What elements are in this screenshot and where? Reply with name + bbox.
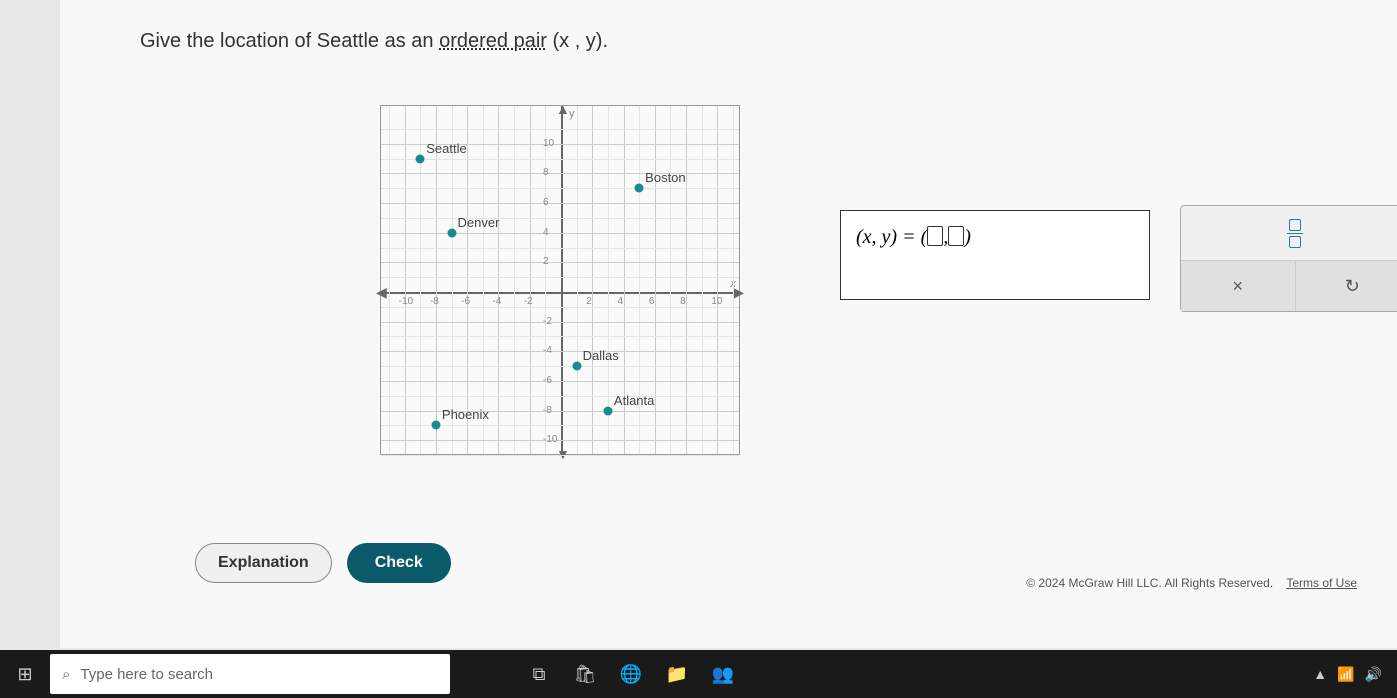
copyright-footer: © 2024 McGraw Hill LLC. All Rights Reser… [1026,576,1357,590]
y-tick-label: 6 [543,197,549,208]
y-tick-label: -10 [543,434,557,445]
answer-prefix: (x, y) = ( [856,226,927,249]
answer-suffix: ) [964,226,971,249]
copyright-text: © 2024 McGraw Hill LLC. All Rights Reser… [1026,576,1273,590]
coordinate-grid: y x ▲ ▼ ◀ ▶ -10-8-6-4-2246810-10-8-6-4-2… [380,105,740,455]
taskbar-search[interactable]: ⌕ Type here to search [50,654,450,694]
edge-icon[interactable]: 🌐 [612,655,650,693]
y-tick-label: -4 [543,345,552,356]
x-tick-label: 2 [586,296,592,307]
tool-panel: × ↻ [1180,205,1397,312]
city-point-phoenix [431,421,440,430]
city-label-atlanta: Atlanta [614,393,654,408]
x-tick-label: -10 [399,296,413,307]
x-tick-label: 8 [680,296,686,307]
y-tick-label: 8 [543,167,549,178]
tray-icon[interactable]: ▲ [1313,666,1327,683]
x-value-input[interactable] [927,226,943,246]
arrow-left-icon: ◀ [376,284,387,301]
city-label-denver: Denver [458,215,500,230]
question-suffix: (x , y). [547,30,608,52]
arrow-down-icon: ▼ [556,446,570,462]
check-button[interactable]: Check [347,543,451,583]
y-tick-label: 4 [543,227,549,238]
fraction-icon [1287,219,1303,248]
reset-button[interactable]: ↻ [1296,261,1397,311]
wifi-icon[interactable]: 📶 [1337,666,1354,683]
y-value-input[interactable] [948,226,964,246]
search-placeholder: Type here to search [80,666,213,683]
action-buttons: Explanation Check [195,543,451,583]
system-tray: ▲ 📶 🔊 [1313,666,1397,683]
y-tick-label: -2 [543,316,552,327]
x-tick-label: 4 [618,296,624,307]
sound-icon[interactable]: 🔊 [1365,666,1382,683]
terms-link[interactable]: Terms of Use [1286,576,1357,590]
x-tick-label: -8 [430,296,439,307]
task-view-button[interactable]: ⧉ [520,655,558,693]
question-text: Give the location of Seattle as an order… [140,30,1357,53]
x-tick-label: -2 [524,296,533,307]
teams-icon[interactable]: 👥 [704,655,742,693]
arrow-up-icon: ▲ [556,101,570,117]
city-point-seattle [416,154,425,163]
x-icon: × [1232,276,1243,297]
ordered-pair-link[interactable]: ordered pair [439,30,547,52]
y-tick-label: 10 [543,138,554,149]
explorer-icon[interactable]: 📁 [658,655,696,693]
y-tick-label: 2 [543,256,549,267]
city-point-denver [447,228,456,237]
x-tick-label: 10 [711,296,722,307]
answer-input-box[interactable]: (x, y) = ( , ) [840,210,1150,300]
x-tick-label: -4 [492,296,501,307]
y-tick-label: -8 [543,405,552,416]
city-label-boston: Boston [645,170,685,185]
city-label-dallas: Dallas [583,348,619,363]
city-label-seattle: Seattle [426,141,466,156]
city-point-boston [635,184,644,193]
fraction-tool-button[interactable] [1181,206,1397,261]
arrow-right-icon: ▶ [733,284,744,301]
x-tick-label: -6 [461,296,470,307]
clear-button[interactable]: × [1181,261,1296,311]
content-area: Give the location of Seattle as an order… [60,0,1397,648]
city-label-phoenix: Phoenix [442,407,489,422]
start-button[interactable]: ⊞ [0,650,50,698]
y-tick-label: -6 [543,375,552,386]
city-point-dallas [572,362,581,371]
explanation-button[interactable]: Explanation [195,543,332,583]
search-icon: ⌕ [62,666,70,683]
x-tick-label: 6 [649,296,655,307]
windows-icon: ⊞ [17,664,32,685]
task-icons: ⧉ 🛍 🌐 📁 👥 [520,655,742,693]
question-prefix: Give the location of Seattle as an [140,30,439,52]
reset-icon: ↻ [1345,276,1360,297]
windows-taskbar: ⊞ ⌕ Type here to search ⧉ 🛍 🌐 📁 👥 ▲ 📶 🔊 [0,650,1397,698]
city-point-atlanta [603,406,612,415]
store-icon[interactable]: 🛍 [566,655,604,693]
